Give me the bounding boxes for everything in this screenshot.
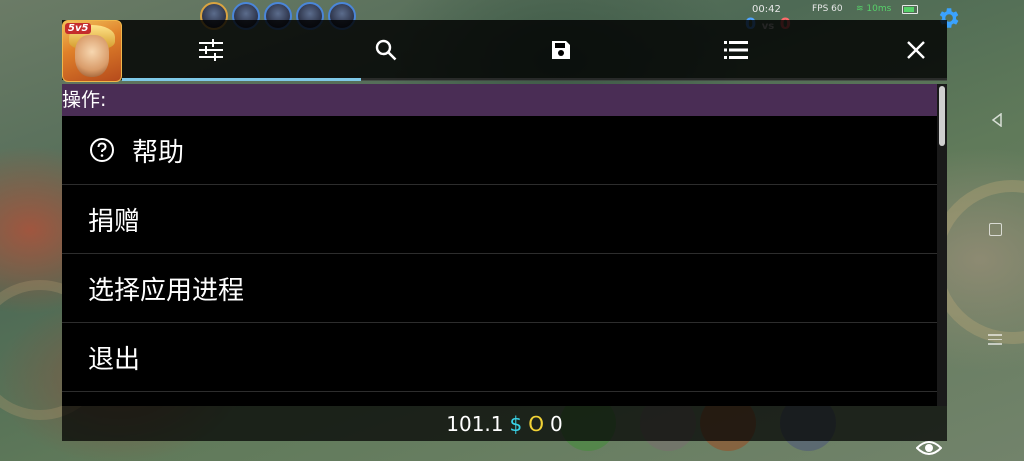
list-icon [724, 41, 748, 59]
hud-ping-value: 10ms [866, 4, 892, 14]
search-icon [375, 39, 397, 61]
section-header: 操作: [62, 84, 937, 116]
scrollbar-thumb[interactable] [939, 86, 945, 146]
app-logo-badge: 5v5 [65, 23, 92, 34]
menu-item-donate[interactable]: 捐赠 [62, 185, 947, 254]
overlay-toolbar: 5v5 [62, 20, 947, 82]
close-button[interactable] [890, 20, 942, 80]
menu-item-label: 捐赠 [88, 206, 141, 237]
status-coin: O [528, 411, 544, 436]
menu-item-label: 退出 [88, 344, 141, 375]
status-bar: 101.1 $ O 0 [62, 406, 947, 441]
status-dollar: $ [509, 411, 523, 436]
menu-item-label: 选择应用进程 [88, 275, 245, 306]
scrollbar[interactable] [937, 84, 947, 406]
section-header-label: 操作: [62, 89, 107, 111]
status-count: 0 [550, 411, 563, 436]
status-speed: 101.1 [446, 411, 504, 436]
wifi-icon: ≋ [856, 4, 864, 14]
progress-fill [122, 78, 362, 81]
battery-icon [902, 5, 918, 14]
search-button[interactable] [360, 20, 412, 80]
menu-icon[interactable] [988, 334, 1002, 348]
back-icon[interactable] [990, 112, 1004, 131]
list-button[interactable] [710, 20, 762, 80]
progress-bar [122, 78, 947, 81]
hud-ping: ≋ 10ms [856, 4, 891, 14]
sliders-button[interactable] [185, 20, 237, 80]
app-icon[interactable]: 5v5 [62, 20, 122, 82]
save-icon [552, 41, 570, 59]
help-circle-icon [88, 136, 116, 164]
hud-fps: FPS 60 [812, 4, 843, 14]
save-button[interactable] [535, 20, 587, 80]
sliders-icon [199, 39, 223, 61]
menu-item-help[interactable]: 帮助 [62, 116, 947, 185]
menu-item-label: 帮助 [132, 137, 185, 168]
menu-item-exit[interactable]: 退出 [62, 323, 947, 392]
menu-item-select-process[interactable]: 选择应用进程 [62, 254, 947, 323]
menu-list: 帮助 捐赠 选择应用进程 退出 [62, 116, 947, 406]
home-icon[interactable] [989, 223, 1002, 236]
overlay-panel: 5v5 操作: 帮助 捐赠 选择应用进程 退出 101.1 $ O 0 [62, 20, 947, 441]
close-icon [907, 41, 925, 59]
